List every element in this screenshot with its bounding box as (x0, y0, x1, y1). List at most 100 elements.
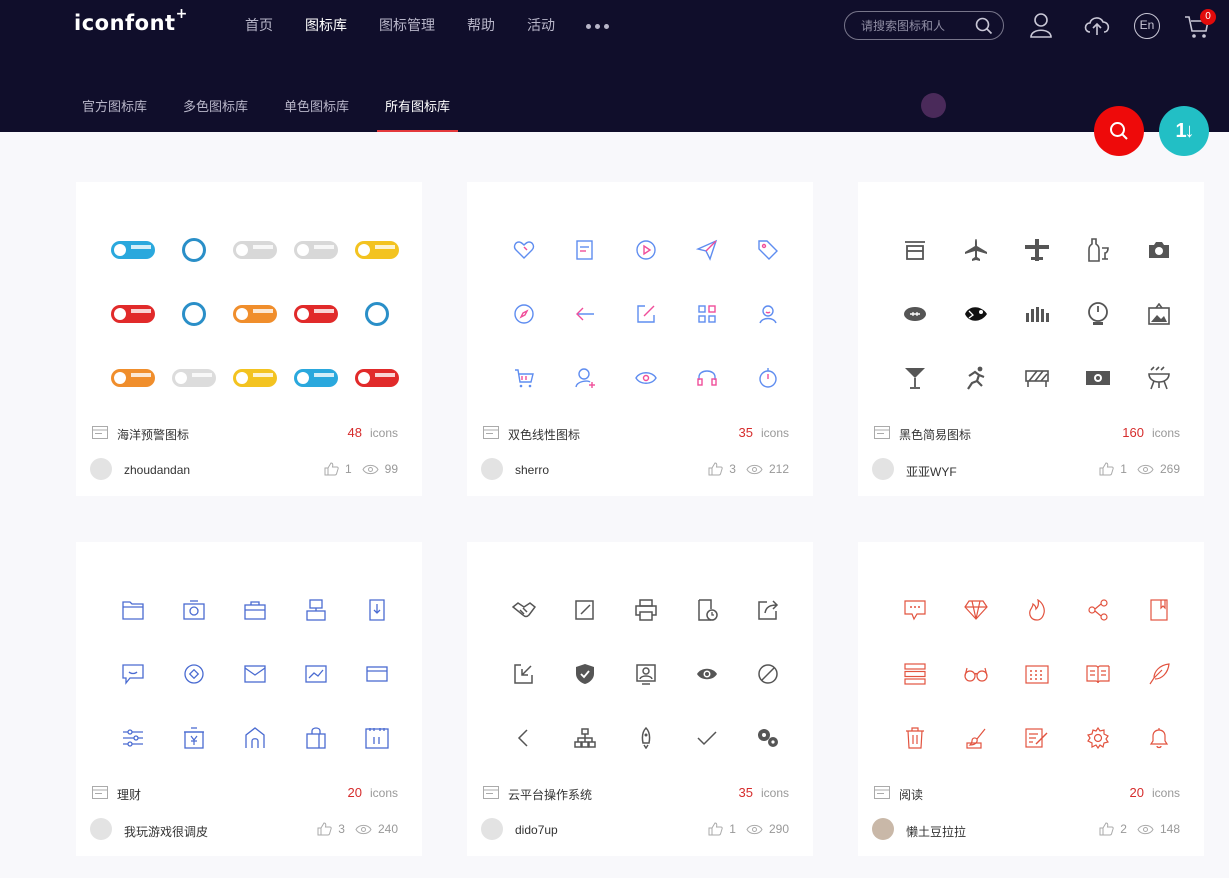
library-title[interactable]: 黑色简易图标 (899, 426, 971, 443)
library-card[interactable]: 海洋预警图标 48 icons zhoudandan 1 99 (76, 182, 422, 496)
handshake-icon (511, 602, 536, 618)
stopwatch-icon (758, 368, 777, 388)
icon-count: 35 icons (739, 785, 789, 800)
view-count: 212 (768, 462, 789, 476)
eye-icon (355, 824, 372, 834)
like-count: 3 (729, 462, 736, 476)
library-card[interactable]: 阅读 20 icons 懒土豆拉拉 2 148 (858, 542, 1204, 856)
nav-help[interactable]: 帮助 (467, 16, 495, 34)
eye-icon (746, 464, 763, 474)
airplane-icon (964, 239, 987, 261)
chevron-left-icon (517, 729, 528, 747)
like-count: 1 (344, 462, 352, 476)
chart-icon (304, 665, 327, 683)
library-tabs: 官方图标库 多色图标库 单色图标库 所有图标库 (82, 98, 486, 132)
sort-button[interactable]: 1↓ (1159, 106, 1209, 156)
view-count: 99 (384, 462, 398, 476)
thumbs-up-icon[interactable] (1099, 822, 1114, 836)
floating-search-button[interactable] (1094, 106, 1144, 156)
tab-all[interactable]: 所有图标库 (377, 98, 459, 132)
barrier-icon (1024, 370, 1049, 387)
like-count: 1 (1120, 462, 1127, 476)
icon-count-unit: icons (369, 426, 398, 440)
briefcase-icon (243, 601, 266, 620)
note-icon (575, 240, 593, 260)
warning-round-icon (163, 218, 224, 282)
compass-icon (513, 304, 534, 324)
search-box[interactable] (844, 11, 1004, 40)
nav-home[interactable]: 首页 (245, 16, 273, 34)
search-icon (1110, 122, 1128, 140)
library-title[interactable]: 云平台操作系统 (508, 786, 592, 803)
author-avatar[interactable] (872, 458, 894, 480)
mail-icon (243, 665, 266, 683)
like-count: 2 (1120, 822, 1127, 836)
warning-sticker-icon (285, 282, 346, 346)
thumbs-up-icon[interactable] (708, 462, 723, 476)
icon-count-unit: icons (760, 786, 789, 800)
thumbs-up-icon[interactable] (1099, 462, 1114, 476)
author-name[interactable]: 亚亚WYF (906, 463, 957, 480)
nav-icon-management[interactable]: 图标管理 (379, 16, 435, 34)
library-card[interactable]: 理财 20 icons 我玩游戏很调皮 3 240 (76, 542, 422, 856)
main-nav: 首页 图标库 图标管理 帮助 活动 (245, 16, 587, 34)
library-card[interactable]: 双色线性图标 35 icons sherro 3 212 (467, 182, 813, 496)
share-icon (1087, 599, 1108, 621)
write-document-icon (1024, 728, 1047, 748)
author-name[interactable]: sherro (515, 463, 549, 477)
library-title[interactable]: 阅读 (899, 786, 923, 803)
calendar-icon (1024, 665, 1049, 684)
wine-bottle-icon (1087, 238, 1109, 262)
author-name[interactable]: dido7up (515, 823, 558, 837)
author-avatar[interactable] (872, 818, 894, 840)
thumbs-up-icon[interactable] (324, 462, 339, 476)
thumbs-up-icon[interactable] (708, 822, 723, 836)
shield-check-icon (575, 664, 594, 684)
tab-multicolor[interactable]: 多色图标库 (183, 98, 248, 132)
tab-monochrome[interactable]: 单色图标库 (284, 98, 349, 132)
edit-note-icon (574, 600, 594, 620)
library-card[interactable]: 云平台操作系统 35 icons dido7up 1 290 (467, 542, 813, 856)
coral-icon (1025, 307, 1049, 322)
warning-sticker-icon (224, 218, 285, 282)
search-input[interactable] (861, 18, 971, 34)
edit-icon (636, 305, 655, 323)
user-icon[interactable] (1030, 12, 1052, 38)
settings-gears-icon (757, 729, 778, 747)
language-toggle[interactable]: En (1134, 13, 1160, 39)
author-avatar[interactable] (481, 818, 503, 840)
library-title[interactable]: 双色线性图标 (508, 426, 580, 443)
logo-text: iconfont (74, 11, 176, 35)
share-out-icon (757, 600, 778, 620)
author-name[interactable]: 我玩游戏很调皮 (124, 823, 208, 840)
search-icon[interactable] (975, 17, 993, 35)
message-icon (121, 664, 144, 685)
icon-count-number: 35 (738, 785, 753, 800)
iconfont-logo[interactable]: iconfont+ (74, 6, 188, 35)
author-name[interactable]: 懒土豆拉拉 (906, 823, 966, 840)
author-avatar[interactable] (90, 458, 112, 480)
nav-activity[interactable]: 活动 (527, 16, 555, 34)
tab-official[interactable]: 官方图标库 (82, 98, 147, 132)
cloud-upload-icon[interactable] (1083, 14, 1111, 36)
author-avatar[interactable] (90, 818, 112, 840)
yuan-box-icon (183, 727, 204, 749)
library-title[interactable]: 海洋预警图标 (117, 426, 189, 443)
library-card[interactable]: 黑色简易图标 160 icons 亚亚WYF 1 269 (858, 182, 1204, 496)
view-count: 269 (1159, 462, 1180, 476)
warning-sticker-icon (102, 218, 163, 282)
warning-sticker-icon (102, 282, 163, 346)
like-count: 3 (338, 822, 345, 836)
icon-count-unit: icons (1151, 426, 1180, 440)
author-avatar[interactable] (481, 458, 503, 480)
thumbs-up-icon[interactable] (317, 822, 332, 836)
library-title[interactable]: 理财 (117, 786, 141, 803)
portrait-icon (635, 664, 656, 685)
logo-plus: + (175, 6, 188, 22)
folder-icon (92, 786, 108, 799)
more-menu-icon[interactable] (586, 24, 609, 29)
author-name[interactable]: zhoudandan (124, 463, 190, 477)
icon-preview-grid (102, 578, 402, 770)
eye-icon (1137, 464, 1154, 474)
nav-icon-library[interactable]: 图标库 (305, 16, 347, 34)
